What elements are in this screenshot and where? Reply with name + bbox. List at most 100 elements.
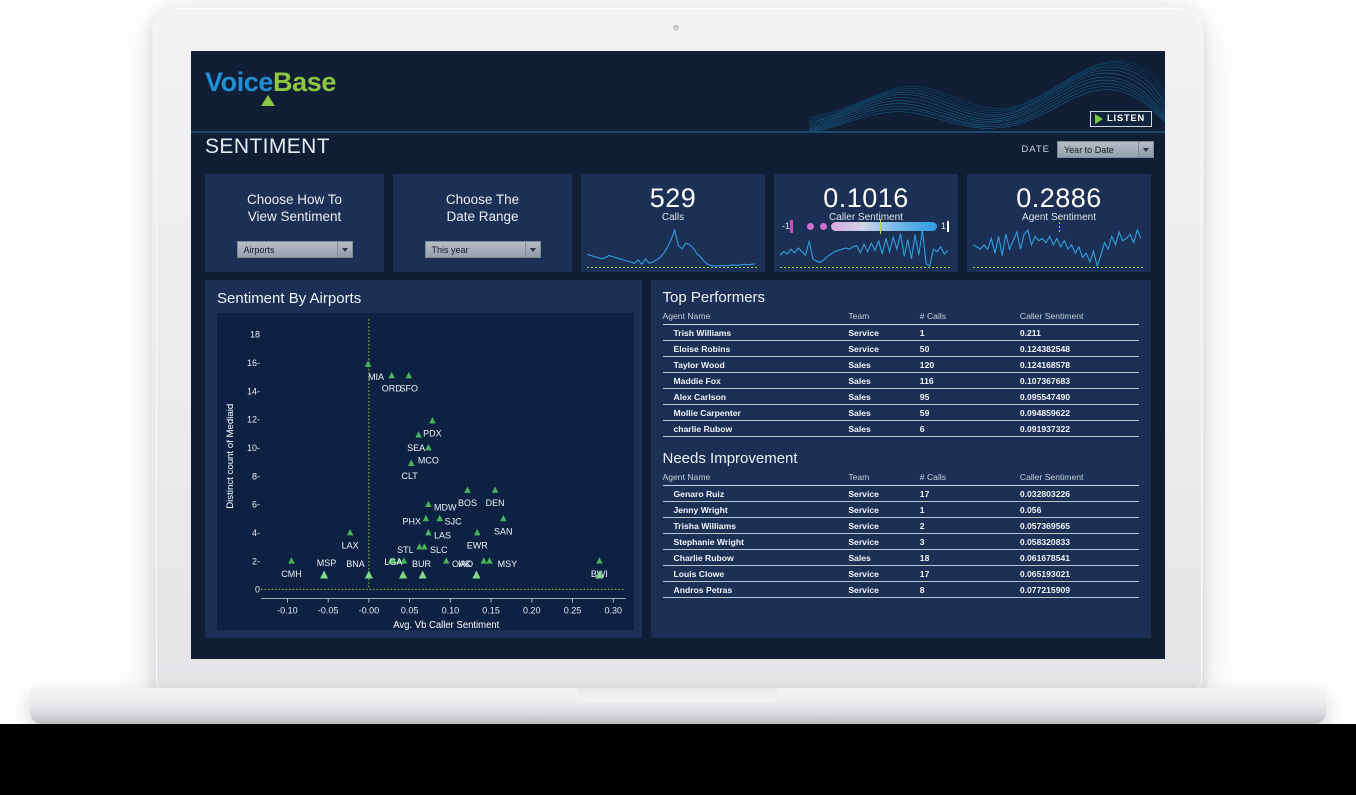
- table-row[interactable]: Maddie Fox Sales 116 0.107367683: [662, 372, 1139, 389]
- x-axis-tick-label: 0.30: [605, 606, 623, 616]
- listen-button[interactable]: LISTEN: [1090, 111, 1152, 127]
- column-num-calls: # Calls: [919, 472, 1020, 486]
- cell-caller-sentiment: 0.061678541: [1019, 549, 1139, 566]
- cell-caller-sentiment: 0.124382548: [1019, 340, 1139, 357]
- scatter-point-label: SLC: [430, 545, 448, 555]
- cell-team: Sales: [848, 404, 920, 421]
- date-range-select[interactable]: Year to Date: [1057, 141, 1154, 158]
- cell-team: Service: [848, 517, 920, 534]
- scatter-marker[interactable]: [443, 557, 450, 564]
- scatter-point-label: LAS: [434, 531, 451, 541]
- y-axis-title: Distinct count of Mediaid: [225, 404, 236, 509]
- scatter-marker[interactable]: [425, 500, 432, 508]
- scatter-marker[interactable]: [464, 486, 471, 493]
- chevron-down-icon[interactable]: [336, 242, 352, 257]
- main-content-row: Sentiment By Airports 0 2- 4- 6- 8- 10- 12- 14-…: [191, 272, 1165, 638]
- scatter-marker[interactable]: [416, 543, 423, 550]
- filter-card-title-view: Choose How To View Sentiment: [205, 174, 384, 225]
- table-row[interactable]: Charlie Rubow Sales 18 0.061678541: [662, 549, 1139, 566]
- scatter-marker[interactable]: [418, 570, 427, 579]
- laptop-foot-left: [528, 718, 542, 721]
- scatter-marker[interactable]: [320, 570, 329, 579]
- scatter-marker[interactable]: [408, 459, 415, 466]
- table-row[interactable]: Alex Carlson Sales 95 0.095547490: [662, 388, 1139, 405]
- table-row[interactable]: charlie Rubow Sales 6 0.091937322: [662, 420, 1139, 437]
- table-row[interactable]: Eloise Robins Service 50 0.124382548: [662, 340, 1139, 357]
- table-row[interactable]: Stephanie Wright Service 3 0.058320833: [662, 533, 1139, 550]
- filter-title-line1: Choose How To: [246, 192, 343, 207]
- top-performers-table: Agent Name Team # Calls Caller Sentiment…: [662, 311, 1139, 437]
- scatter-marker[interactable]: [500, 514, 507, 522]
- table-row[interactable]: Mollie Carpenter Sales 59 0.094859622: [662, 404, 1139, 421]
- scatter-marker[interactable]: [425, 443, 432, 451]
- scatter-marker[interactable]: [425, 528, 432, 536]
- chevron-down-icon[interactable]: [524, 242, 540, 257]
- scatter-marker[interactable]: [422, 514, 430, 522]
- scatter-marker[interactable]: [405, 371, 413, 379]
- table-row[interactable]: Jenny Wright Service 1 0.056: [662, 501, 1139, 518]
- x-axis-tick-label: -0.00: [359, 606, 380, 616]
- scatter-marker[interactable]: [480, 557, 487, 564]
- filter-title-line2: Date Range: [446, 209, 519, 224]
- cell-caller-sentiment: 0.094859622: [1019, 404, 1139, 421]
- webcam-icon: [673, 25, 679, 31]
- table-row[interactable]: Louis Clowe Service 17 0.065193021: [662, 565, 1139, 582]
- scatter-marker[interactable]: [288, 557, 295, 564]
- top-performers-title: Top Performers: [662, 289, 766, 306]
- scatter-chart[interactable]: 0 2- 4- 6- 8- 10- 12- 14- 16- 18 Distinct count of…: [217, 313, 634, 630]
- date-range-period-select[interactable]: This year: [424, 241, 541, 258]
- cell-num-calls: 18: [919, 549, 1020, 566]
- scatter-point-label: PHX: [403, 516, 422, 526]
- table-header-row: Agent Name Team # Calls Caller Sentiment: [662, 472, 1139, 486]
- scatter-marker[interactable]: [429, 417, 436, 424]
- cell-team: Sales: [848, 372, 920, 389]
- scatter-marker[interactable]: [415, 431, 422, 438]
- cell-team: Sales: [848, 356, 920, 373]
- scatter-plot-area[interactable]: 0 2- 4- 6- 8- 10- 12- 14- 16- 18 Distinct count of…: [217, 313, 634, 630]
- cell-agent-name: Trisha Williams: [662, 517, 849, 534]
- cell-num-calls: 120: [919, 356, 1020, 373]
- cell-team: Service: [848, 340, 920, 357]
- cell-team: Service: [848, 533, 920, 550]
- chevron-down-icon[interactable]: [1138, 142, 1153, 157]
- cell-agent-name: Genaro Ruiz: [662, 485, 849, 502]
- scatter-point-label: LAX: [342, 540, 359, 550]
- filter-title-line2: View Sentiment: [247, 209, 342, 224]
- scatter-point-label: MCO: [418, 455, 439, 465]
- cell-num-calls: 17: [919, 565, 1020, 582]
- x-axis-tick-label: 0.20: [523, 606, 541, 616]
- cell-team: Service: [848, 565, 920, 582]
- agent-sentiment-sparkline: [973, 224, 1141, 268]
- scatter-marker[interactable]: [399, 570, 408, 579]
- scatter-marker[interactable]: [474, 528, 481, 536]
- cell-caller-sentiment: 0.057369565: [1019, 517, 1139, 534]
- cell-team: Service: [848, 324, 920, 341]
- cell-agent-name: Trish Williams: [662, 324, 849, 341]
- scatter-point-label: BNA: [346, 559, 365, 569]
- page-title: SENTIMENT: [205, 135, 330, 158]
- scatter-marker[interactable]: [346, 528, 354, 536]
- y-axis-tick-label: 6-: [252, 500, 260, 510]
- scatter-marker[interactable]: [596, 557, 603, 564]
- scatter-marker[interactable]: [472, 570, 481, 579]
- cell-num-calls: 59: [919, 404, 1020, 421]
- cell-caller-sentiment: 0.211: [1019, 324, 1139, 341]
- table-row[interactable]: Andros Petras Service 8 0.077215909: [662, 581, 1139, 598]
- agent-sparkline-baseline: [973, 267, 1145, 268]
- table-row[interactable]: Genaro Ruiz Service 17 0.032803226: [662, 485, 1139, 502]
- table-row[interactable]: Trish Williams Service 1 0.211: [662, 324, 1139, 341]
- table-row[interactable]: Taylor Wood Sales 120 0.124168578: [662, 356, 1139, 373]
- scatter-point-label: MSY: [498, 559, 517, 569]
- scatter-marker[interactable]: [388, 371, 395, 379]
- scatter-marker[interactable]: [436, 514, 443, 522]
- scatter-point-label: SAN: [494, 526, 513, 536]
- y-axis-tick-label: 4-: [252, 528, 260, 538]
- filter-card-date-range: Choose The Date Range This year: [393, 174, 572, 272]
- table-row[interactable]: Trisha Williams Service 2 0.057369565: [662, 517, 1139, 534]
- scatter-marker[interactable]: [491, 486, 499, 493]
- scatter-marker[interactable]: [364, 360, 372, 367]
- scatter-marker[interactable]: [364, 570, 373, 579]
- view-sentiment-select[interactable]: Airports: [236, 241, 353, 258]
- cell-team: Service: [848, 581, 920, 598]
- scatter-marker[interactable]: [486, 557, 493, 564]
